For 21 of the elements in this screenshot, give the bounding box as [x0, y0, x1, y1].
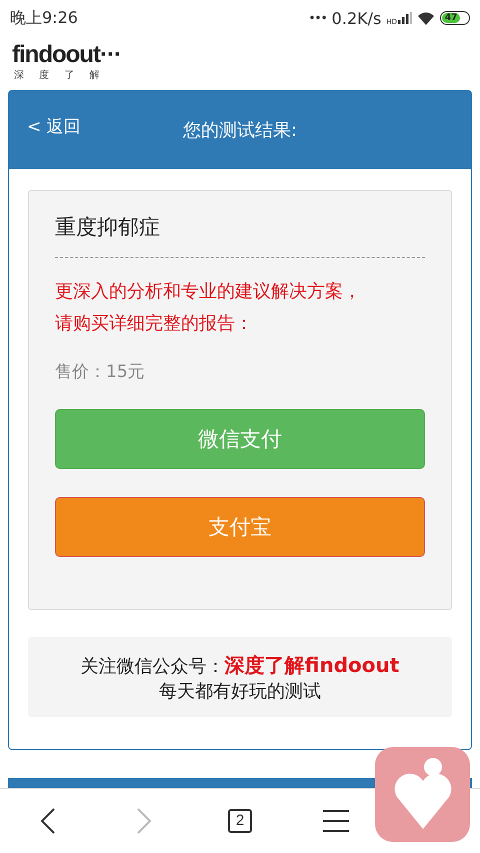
follow-label: 关注微信公众号：: [80, 656, 225, 676]
price-text: 售价：15元: [55, 361, 146, 383]
tabs-button[interactable]: 2: [210, 796, 270, 846]
status-time: 晚上9:26: [10, 8, 78, 28]
page-title: 您的测试结果:: [182, 119, 298, 142]
logo-text: findoout···: [12, 42, 122, 68]
follow-tagline: 每天都有好玩的测试: [159, 680, 321, 702]
result-title: 重度抑郁症: [55, 213, 425, 258]
battery-icon: 47: [440, 11, 470, 25]
notification-dots: •••: [308, 11, 327, 25]
signal-icon: [398, 12, 412, 24]
logo-subtitle: 深 度 了 解: [14, 68, 101, 82]
network-speed: 0.2K/s: [332, 8, 382, 28]
menu-icon: [323, 810, 349, 832]
back-link[interactable]: < 返回: [27, 114, 81, 138]
account-name: 深度了解findoout: [224, 652, 400, 676]
report-message: 更深入的分析和专业的建议解决方案，请购买详细完整的报告：: [55, 280, 362, 336]
payment-button[interactable]: 支付宝: [55, 497, 425, 557]
wifi-icon: [417, 11, 435, 25]
payment-button[interactable]: 微信支付: [55, 409, 425, 469]
app-icon[interactable]: [375, 747, 470, 842]
